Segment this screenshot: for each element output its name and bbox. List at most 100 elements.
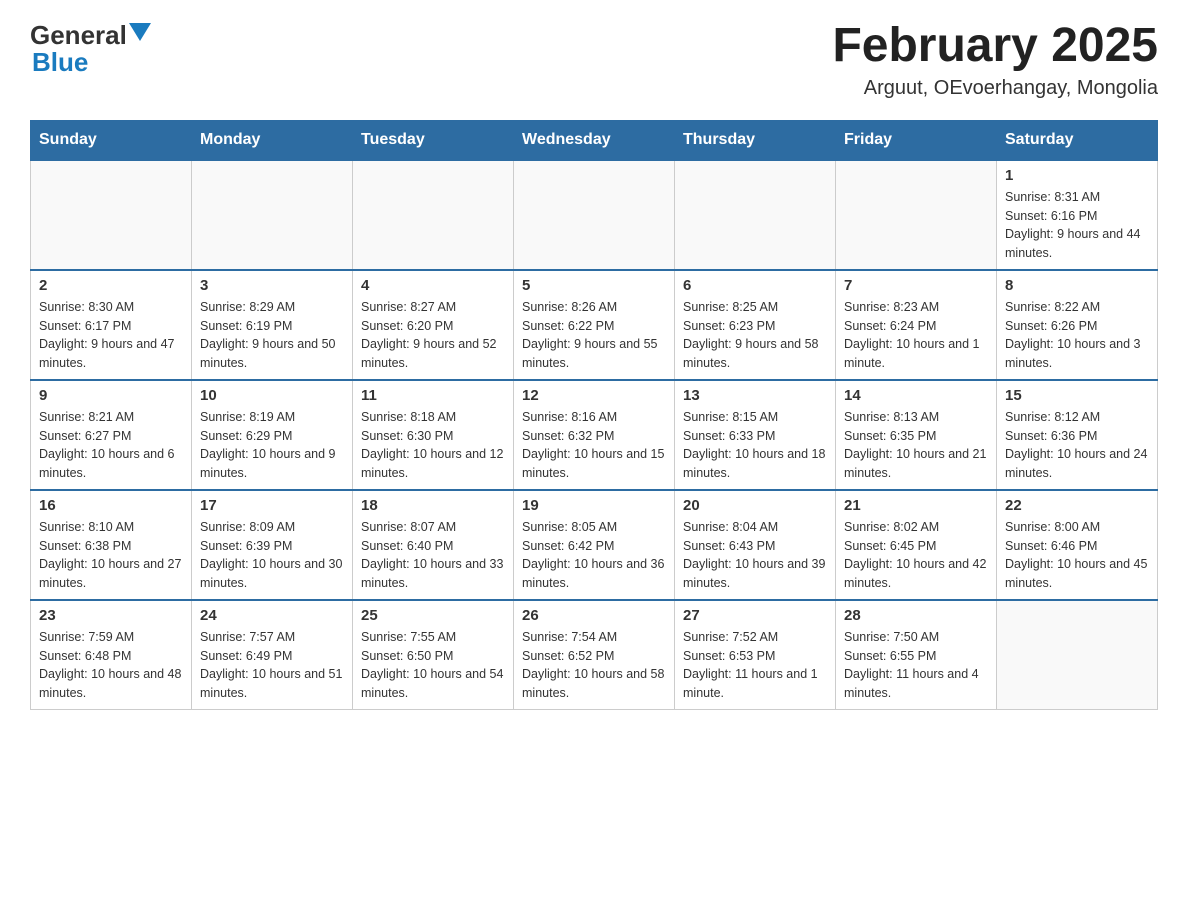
page-subtitle: Arguut, OEvoerhangay, Mongolia	[832, 77, 1158, 100]
day-number: 8	[1005, 277, 1149, 294]
calendar-cell: 15 Sunrise: 8:12 AMSunset: 6:36 PMDayligh…	[997, 380, 1158, 490]
day-info: Sunrise: 8:04 AMSunset: 6:43 PMDaylight:…	[683, 518, 827, 593]
calendar-cell: 3 Sunrise: 8:29 AMSunset: 6:19 PMDaylight…	[192, 270, 353, 380]
page-header: General Blue February 2025 Arguut, OEvoe…	[30, 20, 1158, 100]
calendar-cell: 21 Sunrise: 8:02 AMSunset: 6:45 PMDayligh…	[836, 490, 997, 600]
calendar-cell: 20 Sunrise: 8:04 AMSunset: 6:43 PMDayligh…	[675, 490, 836, 600]
calendar-cell: 12 Sunrise: 8:16 AMSunset: 6:32 PMDayligh…	[514, 380, 675, 490]
day-number: 1	[1005, 167, 1149, 184]
day-info: Sunrise: 8:10 AMSunset: 6:38 PMDaylight:…	[39, 518, 183, 593]
title-block: February 2025 Arguut, OEvoerhangay, Mong…	[832, 20, 1158, 100]
day-info: Sunrise: 8:22 AMSunset: 6:26 PMDaylight:…	[1005, 298, 1149, 373]
calendar-cell	[997, 600, 1158, 710]
logo-blue-text: Blue	[32, 47, 88, 78]
calendar-cell: 14Sunrise: 8:13 AMSunset: 6:35 PMDayligh…	[836, 380, 997, 490]
calendar-cell	[514, 160, 675, 270]
calendar-cell: 26 Sunrise: 7:54 AMSunset: 6:52 PMDayligh…	[514, 600, 675, 710]
day-info: Sunrise: 7:54 AMSunset: 6:52 PMDaylight:…	[522, 628, 666, 703]
day-info: Sunrise: 8:05 AMSunset: 6:42 PMDaylight:…	[522, 518, 666, 593]
calendar-cell: 13 Sunrise: 8:15 AMSunset: 6:33 PMDayligh…	[675, 380, 836, 490]
calendar-cell: 4 Sunrise: 8:27 AMSunset: 6:20 PMDaylight…	[353, 270, 514, 380]
day-number: 27	[683, 607, 827, 624]
day-number: 15	[1005, 387, 1149, 404]
day-info: Sunrise: 8:27 AMSunset: 6:20 PMDaylight:…	[361, 298, 505, 373]
calendar-cell: 23 Sunrise: 7:59 AMSunset: 6:48 PMDayligh…	[31, 600, 192, 710]
day-number: 4	[361, 277, 505, 294]
calendar-table: Sunday Monday Tuesday Wednesday Thursday…	[30, 120, 1158, 710]
day-number: 11	[361, 387, 505, 404]
day-number: 2	[39, 277, 183, 294]
day-number: 22	[1005, 497, 1149, 514]
day-info: Sunrise: 7:57 AMSunset: 6:49 PMDaylight:…	[200, 628, 344, 703]
day-number: 23	[39, 607, 183, 624]
calendar-cell	[353, 160, 514, 270]
calendar-cell: 6Sunrise: 8:25 AMSunset: 6:23 PMDaylight…	[675, 270, 836, 380]
calendar-cell: 22 Sunrise: 8:00 AMSunset: 6:46 PMDayligh…	[997, 490, 1158, 600]
day-info: Sunrise: 8:30 AMSunset: 6:17 PMDaylight:…	[39, 298, 183, 373]
day-number: 3	[200, 277, 344, 294]
week-row-5: 23 Sunrise: 7:59 AMSunset: 6:48 PMDayligh…	[31, 600, 1158, 710]
day-number: 12	[522, 387, 666, 404]
day-info: Sunrise: 8:09 AMSunset: 6:39 PMDaylight:…	[200, 518, 344, 593]
day-info: Sunrise: 8:29 AMSunset: 6:19 PMDaylight:…	[200, 298, 344, 373]
day-number: 14	[844, 387, 988, 404]
calendar-cell: 9 Sunrise: 8:21 AMSunset: 6:27 PMDaylight…	[31, 380, 192, 490]
day-number: 13	[683, 387, 827, 404]
calendar-cell: 28Sunrise: 7:50 AMSunset: 6:55 PMDayligh…	[836, 600, 997, 710]
col-sunday: Sunday	[31, 120, 192, 160]
day-number: 20	[683, 497, 827, 514]
day-info: Sunrise: 7:52 AMSunset: 6:53 PMDaylight:…	[683, 628, 827, 703]
day-number: 18	[361, 497, 505, 514]
calendar-cell: 2 Sunrise: 8:30 AMSunset: 6:17 PMDaylight…	[31, 270, 192, 380]
calendar-cell	[31, 160, 192, 270]
calendar-cell	[675, 160, 836, 270]
day-number: 28	[844, 607, 988, 624]
day-info: Sunrise: 7:59 AMSunset: 6:48 PMDaylight:…	[39, 628, 183, 703]
day-number: 7	[844, 277, 988, 294]
calendar-cell: 1 Sunrise: 8:31 AMSunset: 6:16 PMDaylight…	[997, 160, 1158, 270]
calendar-cell: 17 Sunrise: 8:09 AMSunset: 6:39 PMDayligh…	[192, 490, 353, 600]
col-friday: Friday	[836, 120, 997, 160]
calendar-cell: 19 Sunrise: 8:05 AMSunset: 6:42 PMDayligh…	[514, 490, 675, 600]
calendar-header-row: Sunday Monday Tuesday Wednesday Thursday…	[31, 120, 1158, 160]
day-number: 26	[522, 607, 666, 624]
day-info: Sunrise: 8:12 AMSunset: 6:36 PMDaylight:…	[1005, 408, 1149, 483]
day-info: Sunrise: 8:16 AMSunset: 6:32 PMDaylight:…	[522, 408, 666, 483]
calendar-cell: 5 Sunrise: 8:26 AMSunset: 6:22 PMDaylight…	[514, 270, 675, 380]
calendar-cell: 25Sunrise: 7:55 AMSunset: 6:50 PMDayligh…	[353, 600, 514, 710]
day-number: 6	[683, 277, 827, 294]
day-number: 9	[39, 387, 183, 404]
day-info: Sunrise: 8:19 AMSunset: 6:29 PMDaylight:…	[200, 408, 344, 483]
day-info: Sunrise: 7:55 AMSunset: 6:50 PMDaylight:…	[361, 628, 505, 703]
calendar-cell: 8 Sunrise: 8:22 AMSunset: 6:26 PMDaylight…	[997, 270, 1158, 380]
day-info: Sunrise: 8:02 AMSunset: 6:45 PMDaylight:…	[844, 518, 988, 593]
day-number: 21	[844, 497, 988, 514]
week-row-1: 1 Sunrise: 8:31 AMSunset: 6:16 PMDaylight…	[31, 160, 1158, 270]
week-row-4: 16 Sunrise: 8:10 AMSunset: 6:38 PMDayligh…	[31, 490, 1158, 600]
calendar-cell: 24 Sunrise: 7:57 AMSunset: 6:49 PMDayligh…	[192, 600, 353, 710]
page-title: February 2025	[832, 20, 1158, 73]
day-info: Sunrise: 8:15 AMSunset: 6:33 PMDaylight:…	[683, 408, 827, 483]
calendar-cell: 18Sunrise: 8:07 AMSunset: 6:40 PMDayligh…	[353, 490, 514, 600]
col-tuesday: Tuesday	[353, 120, 514, 160]
day-info: Sunrise: 8:21 AMSunset: 6:27 PMDaylight:…	[39, 408, 183, 483]
col-thursday: Thursday	[675, 120, 836, 160]
day-number: 24	[200, 607, 344, 624]
day-number: 17	[200, 497, 344, 514]
day-number: 19	[522, 497, 666, 514]
week-row-2: 2 Sunrise: 8:30 AMSunset: 6:17 PMDaylight…	[31, 270, 1158, 380]
day-info: Sunrise: 8:26 AMSunset: 6:22 PMDaylight:…	[522, 298, 666, 373]
day-number: 5	[522, 277, 666, 294]
calendar-cell: 7Sunrise: 8:23 AMSunset: 6:24 PMDaylight…	[836, 270, 997, 380]
day-info: Sunrise: 8:00 AMSunset: 6:46 PMDaylight:…	[1005, 518, 1149, 593]
col-saturday: Saturday	[997, 120, 1158, 160]
calendar-cell: 10Sunrise: 8:19 AMSunset: 6:29 PMDayligh…	[192, 380, 353, 490]
col-monday: Monday	[192, 120, 353, 160]
day-number: 16	[39, 497, 183, 514]
calendar-cell	[192, 160, 353, 270]
col-wednesday: Wednesday	[514, 120, 675, 160]
calendar-cell	[836, 160, 997, 270]
day-info: Sunrise: 8:18 AMSunset: 6:30 PMDaylight:…	[361, 408, 505, 483]
day-info: Sunrise: 8:31 AMSunset: 6:16 PMDaylight:…	[1005, 188, 1149, 263]
week-row-3: 9 Sunrise: 8:21 AMSunset: 6:27 PMDaylight…	[31, 380, 1158, 490]
